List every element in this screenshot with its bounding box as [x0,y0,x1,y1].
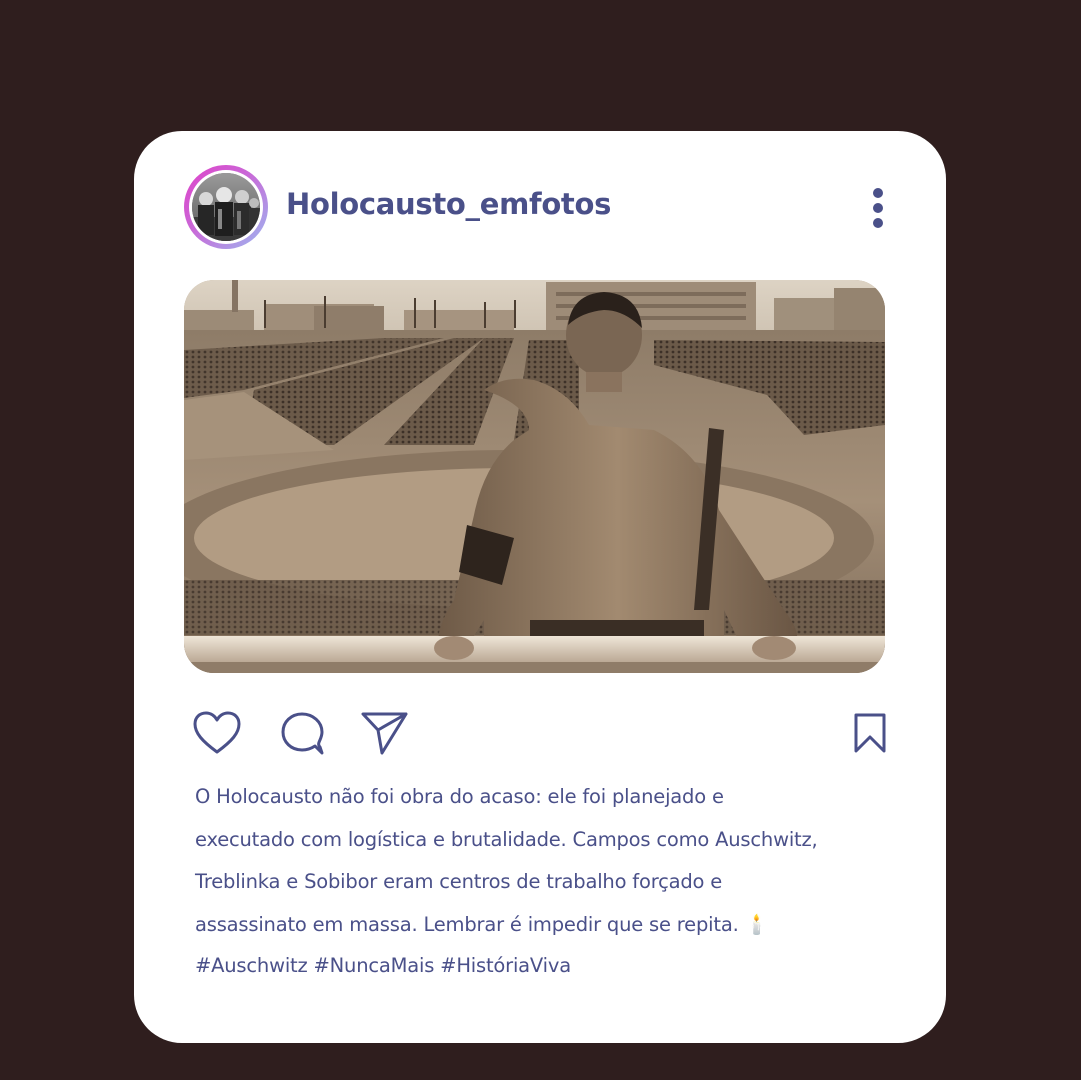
post-caption: O Holocausto não foi obra do acaso: ele … [195,785,818,936]
avatar-image [192,173,260,241]
comment-bubble-icon [281,712,324,755]
avatar[interactable] [192,173,260,241]
profile-avatar-ring[interactable] [184,165,268,249]
post-photo[interactable] [184,280,885,673]
like-button[interactable] [192,710,242,756]
post-username[interactable]: Holocausto_emfotos [286,187,611,221]
more-options-button[interactable] [866,187,890,231]
post-hashtags[interactable]: #Auschwitz #NuncaMais #HistóriaViva [195,945,571,987]
post-image [184,280,885,673]
bookmark-icon [854,713,886,753]
more-vertical-icon [873,188,883,228]
post-card: Holocausto_emfotos O Holocausto não foi … [134,131,946,1043]
avatar-border [189,170,263,244]
send-icon [361,712,408,755]
save-button[interactable] [853,712,887,754]
comment-button[interactable] [280,711,326,757]
share-button[interactable] [360,711,408,755]
heart-icon [193,711,241,754]
